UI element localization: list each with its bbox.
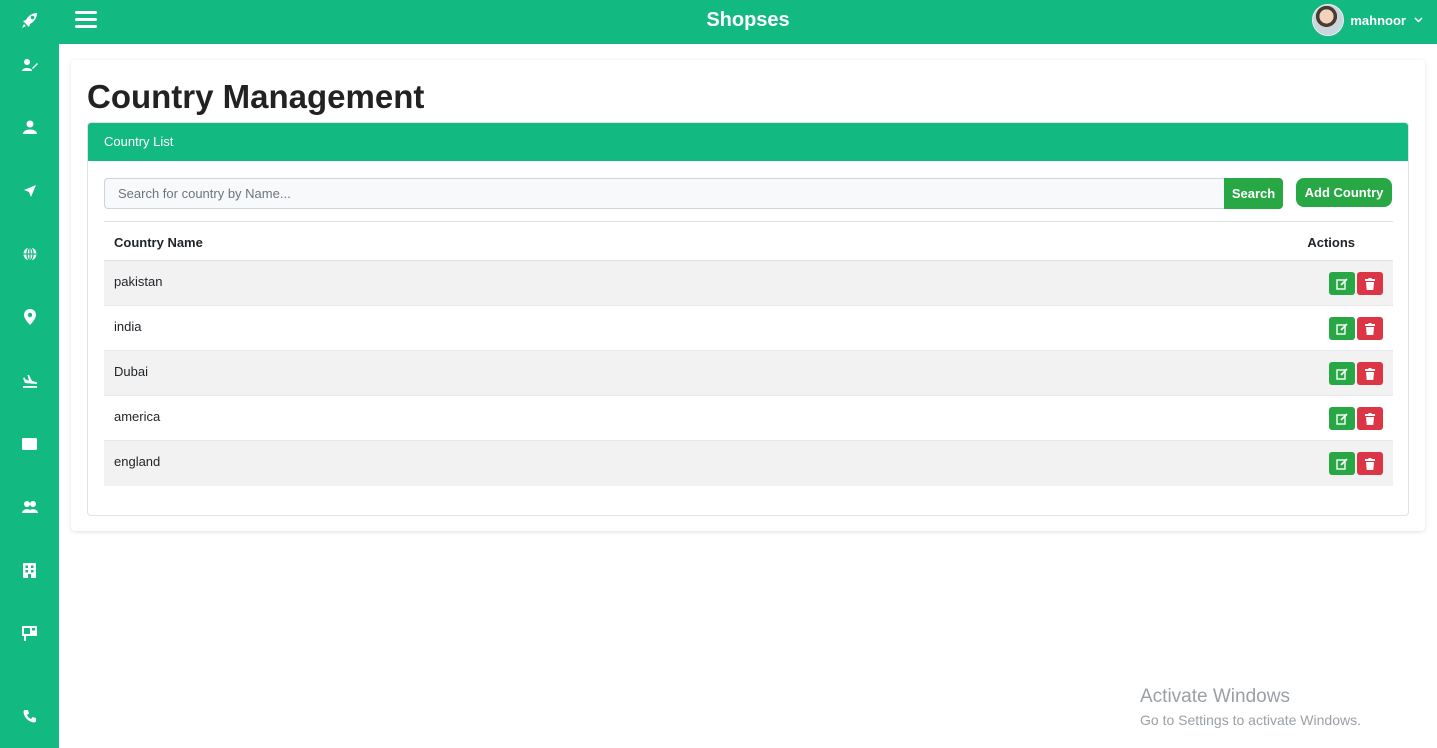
username[interactable]: mahnoor bbox=[1350, 13, 1406, 28]
trash-icon bbox=[1365, 457, 1375, 470]
table-row: england bbox=[104, 441, 1393, 486]
search-input[interactable] bbox=[104, 178, 1224, 209]
edit-icon bbox=[1336, 457, 1348, 470]
plane-icon[interactable] bbox=[0, 178, 59, 204]
user-icon[interactable] bbox=[0, 114, 59, 140]
table-row: Dubai bbox=[104, 351, 1393, 396]
trash-icon bbox=[1365, 322, 1375, 335]
add-country-button[interactable]: Add Country bbox=[1296, 178, 1392, 207]
trash-icon bbox=[1365, 277, 1375, 290]
brand-title: Shopses bbox=[706, 9, 790, 31]
envelope-icon[interactable] bbox=[0, 431, 59, 457]
windows-activation-watermark: Activate Windows Go to Settings to activ… bbox=[1140, 686, 1361, 728]
country-name-cell: england bbox=[114, 454, 161, 469]
user-edit-icon[interactable] bbox=[0, 52, 59, 78]
edit-button[interactable] bbox=[1329, 272, 1355, 295]
table-header: Country Name Actions bbox=[104, 221, 1393, 261]
edit-icon bbox=[1336, 412, 1348, 425]
table-row: pakistan bbox=[104, 261, 1393, 306]
country-name-cell: pakistan bbox=[114, 274, 163, 289]
chevron-down-icon[interactable] bbox=[1414, 17, 1423, 23]
country-list-panel: Country List Search Add Country Country … bbox=[87, 122, 1409, 516]
delete-button[interactable] bbox=[1357, 407, 1383, 430]
sidebar bbox=[0, 0, 59, 748]
column-header-country-name: Country Name bbox=[114, 235, 203, 250]
watermark-title: Activate Windows bbox=[1140, 686, 1290, 707]
edit-icon bbox=[1336, 277, 1348, 290]
sign-icon[interactable] bbox=[0, 620, 59, 646]
edit-button[interactable] bbox=[1329, 317, 1355, 340]
table-row: india bbox=[104, 306, 1393, 351]
edit-button[interactable] bbox=[1329, 452, 1355, 475]
map-pin-icon[interactable] bbox=[0, 304, 59, 330]
delete-button[interactable] bbox=[1357, 452, 1383, 475]
column-header-actions: Actions bbox=[1307, 235, 1355, 250]
edit-icon bbox=[1336, 367, 1348, 380]
country-name-cell: america bbox=[114, 409, 161, 424]
trash-icon bbox=[1365, 367, 1375, 380]
building-icon[interactable] bbox=[0, 557, 59, 583]
trash-icon bbox=[1365, 412, 1375, 425]
delete-button[interactable] bbox=[1357, 317, 1383, 340]
edit-button[interactable] bbox=[1329, 407, 1355, 430]
search-row: Search Add Country bbox=[104, 178, 1393, 210]
main-card: Country Management Country List Search A… bbox=[71, 60, 1425, 531]
delete-button[interactable] bbox=[1357, 272, 1383, 295]
users-icon[interactable] bbox=[0, 494, 59, 520]
delete-button[interactable] bbox=[1357, 362, 1383, 385]
top-navbar: Shopses mahnoor bbox=[59, 0, 1437, 44]
edit-icon bbox=[1336, 322, 1348, 335]
rocket-icon[interactable] bbox=[0, 7, 59, 33]
table-row: america bbox=[104, 396, 1393, 441]
page-title: Country Management bbox=[87, 78, 425, 115]
country-table: Country Name Actions pakistan india Duba… bbox=[104, 221, 1393, 486]
user-menu[interactable]: mahnoor bbox=[1312, 4, 1423, 36]
watermark-subtitle: Go to Settings to activate Windows. bbox=[1140, 712, 1361, 728]
avatar[interactable] bbox=[1312, 4, 1345, 36]
edit-button[interactable] bbox=[1329, 362, 1355, 385]
plane-landing-icon[interactable] bbox=[0, 368, 59, 394]
country-name-cell: india bbox=[114, 319, 142, 334]
globe-icon[interactable] bbox=[0, 241, 59, 267]
country-name-cell: Dubai bbox=[114, 364, 148, 379]
search-button[interactable]: Search bbox=[1224, 178, 1283, 209]
panel-header: Country List bbox=[88, 123, 1408, 161]
phone-icon[interactable] bbox=[0, 703, 59, 729]
